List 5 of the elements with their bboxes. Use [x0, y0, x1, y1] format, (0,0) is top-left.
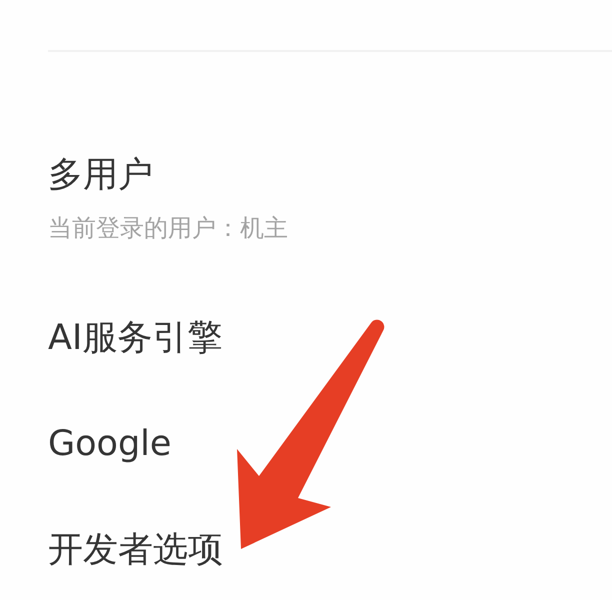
- setting-title[interactable]: Google: [48, 422, 172, 465]
- setting-title[interactable]: AI服务引擎: [48, 316, 222, 359]
- setting-subtitle: 当前登录的用户：机主: [48, 214, 288, 243]
- setting-title[interactable]: 开发者选项: [48, 528, 223, 571]
- setting-title[interactable]: 多用户: [48, 154, 153, 196]
